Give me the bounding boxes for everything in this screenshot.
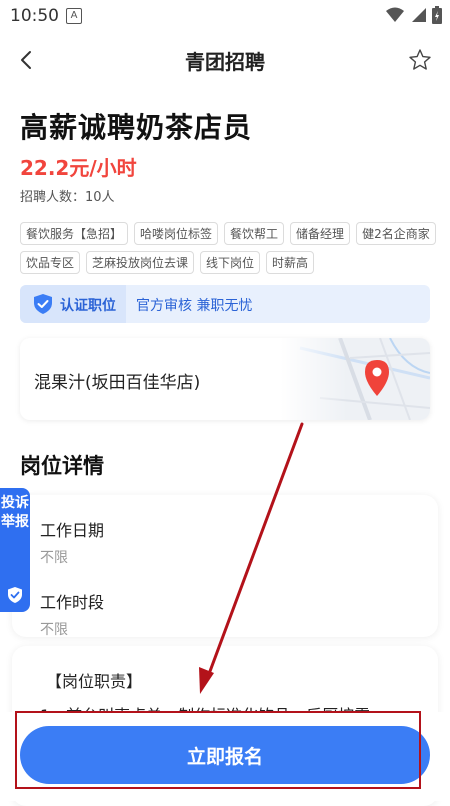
work-date-value: 不限 (40, 550, 68, 566)
work-date-label: 工作日期 (40, 521, 105, 540)
notification-icon: A (66, 8, 82, 24)
certification-label: 认证职位 (60, 298, 116, 314)
job-details-title: 岗位详情 (20, 454, 104, 478)
shield-check-icon (34, 294, 52, 314)
nav-bar: 青团招聘 (0, 32, 450, 88)
certification-badge: 认证职位 (20, 285, 126, 323)
store-name: 混果汁(坂田百佳华店) (34, 373, 201, 393)
tag-list: 餐饮服务【急招】 哈喽岗位标签 餐饮帮工 储备经理 健2名企商家 饮品专区 芝麻… (20, 222, 440, 274)
work-time-label: 工作时段 (40, 593, 105, 612)
certification-desc: 官方审核 兼职无忧 (136, 298, 253, 314)
job-tag: 芝麻投放岗位去课 (86, 251, 195, 274)
map-thumbnail[interactable] (280, 338, 430, 420)
shield-check-icon (8, 587, 22, 603)
report-label: 投诉举报 (1, 495, 29, 530)
signal-icon (412, 8, 426, 22)
wifi-icon (386, 7, 404, 22)
job-tag: 储备经理 (290, 222, 351, 245)
annotation-highlight-box (15, 711, 421, 789)
job-tag: 饮品专区 (20, 251, 81, 274)
favorite-star-icon[interactable] (408, 48, 432, 72)
headcount: 招聘人数：10人 (20, 190, 115, 205)
status-icons (386, 6, 442, 24)
job-tag: 餐饮服务【急招】 (20, 222, 129, 245)
battery-icon (432, 6, 442, 24)
job-title: 高薪诚聘奶茶店员 (20, 111, 253, 144)
job-tag: 健2名企商家 (356, 222, 436, 245)
status-time: 10:50 (10, 6, 59, 26)
certification-banner: 认证职位 官方审核 兼职无忧 (20, 285, 430, 323)
job-tag: 时薪高 (266, 251, 315, 274)
job-tag: 线下岗位 (200, 251, 261, 274)
job-tag: 哈喽岗位标签 (134, 222, 219, 245)
job-details-card: 工作日期 不限 工作时段 不限 (12, 495, 438, 638)
job-tag: 餐饮帮工 (224, 222, 285, 245)
status-bar: 10:50 A (0, 0, 450, 32)
duties-heading: 【岗位职责】 (46, 672, 143, 691)
page-title: 青团招聘 (185, 50, 265, 74)
store-location-card[interactable]: 混果汁(坂田百佳华店) (20, 338, 430, 420)
work-time-value: 不限 (40, 622, 68, 638)
salary: 22.2元/小时 (20, 156, 137, 180)
report-button[interactable]: 投诉举报 (0, 488, 30, 612)
